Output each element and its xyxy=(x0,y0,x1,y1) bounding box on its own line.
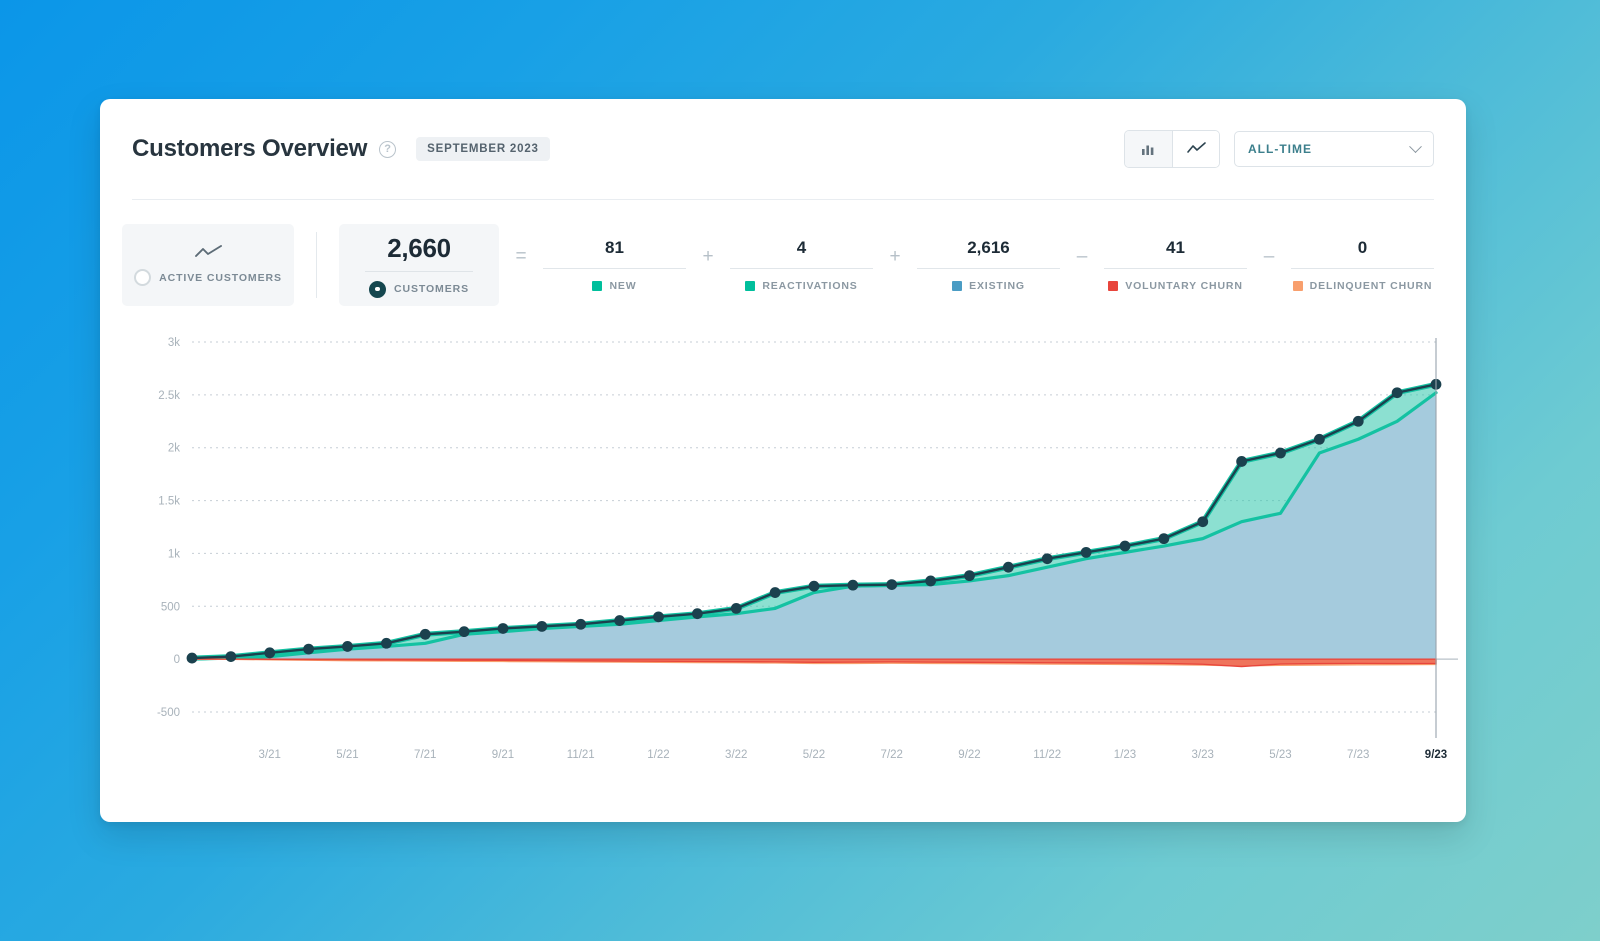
kpi-voluntary-churn[interactable]: 41 VOLUNTARY CHURN xyxy=(1104,224,1247,306)
bar-chart-icon xyxy=(1142,145,1154,155)
operator-plus-2: + xyxy=(889,246,901,267)
svg-text:7/23: 7/23 xyxy=(1347,749,1369,761)
operator-equals: = xyxy=(515,246,527,267)
card-header: Customers Overview ? SEPTEMBER 2023 ALL-… xyxy=(132,99,1434,200)
svg-text:5/22: 5/22 xyxy=(803,749,825,761)
kpi-divider xyxy=(316,232,317,298)
kpi-voluntary-churn-value: 41 xyxy=(1166,238,1185,257)
kpi-existing[interactable]: 2,616 EXISTING xyxy=(917,224,1060,306)
time-range-label: ALL-TIME xyxy=(1248,142,1312,156)
customers-overview-card: Customers Overview ? SEPTEMBER 2023 ALL-… xyxy=(100,99,1466,822)
page-title: Customers Overview xyxy=(132,135,368,162)
svg-text:500: 500 xyxy=(161,601,180,613)
kpi-breakdown: = 81 NEW + 4 REACTIVATIONS + 2,616 EXIST… xyxy=(499,224,1434,306)
svg-text:3k: 3k xyxy=(168,337,180,349)
customers-radio-line: CUSTOMERS xyxy=(369,280,469,298)
svg-text:2.5k: 2.5k xyxy=(158,390,180,402)
kpi-new-rule xyxy=(543,268,686,269)
operator-minus-1: – xyxy=(1076,246,1088,267)
kpi-reactivations-label: REACTIVATIONS xyxy=(762,280,858,292)
svg-text:1/23: 1/23 xyxy=(1114,749,1136,761)
reactivations-color-swatch xyxy=(745,281,756,291)
new-color-swatch xyxy=(592,281,603,291)
svg-text:5/23: 5/23 xyxy=(1269,749,1291,761)
kpi-reactivations-rule xyxy=(730,268,873,269)
kpi-existing-label: EXISTING xyxy=(969,280,1025,292)
kpi-delinquent-churn-legend: DELINQUENT CHURN xyxy=(1292,280,1433,292)
svg-text:9/21: 9/21 xyxy=(492,749,514,761)
kpi-new[interactable]: 81 NEW xyxy=(543,224,686,306)
line-chart-icon-button[interactable] xyxy=(1172,131,1219,167)
kpi-reactivations-legend: REACTIVATIONS xyxy=(745,280,857,292)
svg-text:0: 0 xyxy=(174,654,180,666)
kpi-voluntary-churn-rule xyxy=(1104,268,1247,269)
svg-text:7/22: 7/22 xyxy=(881,749,903,761)
question-mark-icon[interactable]: ? xyxy=(379,140,397,158)
svg-text:1.5k: 1.5k xyxy=(158,496,180,508)
active-customers-toggle[interactable]: ACTIVE CUSTOMERS xyxy=(122,224,294,306)
kpi-voluntary-churn-label: VOLUNTARY CHURN xyxy=(1125,280,1243,292)
operator-plus-1: + xyxy=(702,246,714,267)
period-badge: SEPTEMBER 2023 xyxy=(416,137,550,161)
customers-chart[interactable]: 3k 2.5k 2k 1.5k 1k 500 0 -500 3/21 5/21 7/21 9/21 11… xyxy=(100,332,1466,772)
customers-total-value: 2,660 xyxy=(387,232,451,263)
delinquent-churn-color-swatch xyxy=(1292,281,1303,291)
kpi-summary-row: ACTIVE CUSTOMERS 2,660 CUSTOMERS = 81 NE… xyxy=(122,224,1434,306)
title-group: Customers Overview ? SEPTEMBER 2023 xyxy=(132,135,550,163)
kpi-reactivations-value: 4 xyxy=(796,238,807,257)
customers-total-card[interactable]: 2,660 CUSTOMERS xyxy=(339,224,499,306)
active-customers-radio[interactable] xyxy=(134,269,152,286)
svg-text:2k: 2k xyxy=(168,443,180,455)
svg-text:11/22: 11/22 xyxy=(1033,749,1061,761)
kpi-voluntary-churn-legend: VOLUNTARY CHURN xyxy=(1108,280,1243,292)
sparkline-icon xyxy=(194,244,223,260)
kpi-delinquent-churn[interactable]: 0 DELINQUENT CHURN xyxy=(1291,224,1434,306)
svg-text:1k: 1k xyxy=(168,548,180,560)
svg-text:1/22: 1/22 xyxy=(647,749,669,761)
kpi-reactivations[interactable]: 4 REACTIVATIONS xyxy=(730,224,873,306)
active-customers-radio-line: ACTIVE CUSTOMERS xyxy=(134,269,282,286)
svg-text:5/21: 5/21 xyxy=(336,749,358,761)
chevron-down-icon xyxy=(1409,139,1422,153)
kpi-existing-rule xyxy=(917,268,1060,269)
kpi-existing-legend: EXISTING xyxy=(952,280,1025,292)
time-range-select[interactable]: ALL-TIME xyxy=(1234,131,1434,167)
operator-minus-2: – xyxy=(1263,246,1275,267)
customers-radio[interactable] xyxy=(369,280,386,298)
customers-total-label: CUSTOMERS xyxy=(394,283,469,295)
kpi-delinquent-churn-label: DELINQUENT CHURN xyxy=(1309,280,1433,292)
svg-text:3/21: 3/21 xyxy=(259,749,281,761)
voluntary-churn-color-swatch xyxy=(1108,281,1119,291)
kpi-new-value: 81 xyxy=(605,238,624,257)
kpi-delinquent-churn-value: 0 xyxy=(1357,238,1368,257)
header-controls: ALL-TIME xyxy=(1124,130,1434,168)
svg-text:3/23: 3/23 xyxy=(1192,749,1214,761)
svg-text:3/22: 3/22 xyxy=(725,749,747,761)
kpi-new-legend: NEW xyxy=(592,280,636,292)
line-chart-icon xyxy=(1186,142,1206,153)
svg-text:9/22: 9/22 xyxy=(958,749,980,761)
kpi-delinquent-churn-rule xyxy=(1291,268,1434,269)
svg-text:-500: -500 xyxy=(157,707,180,719)
kpi-new-label: NEW xyxy=(609,280,637,292)
chart-type-toggle xyxy=(1124,130,1220,168)
bar-chart-icon-button[interactable] xyxy=(1125,131,1172,167)
svg-text:7/21: 7/21 xyxy=(414,749,436,761)
chart-svg: 3k 2.5k 2k 1.5k 1k 500 0 -500 3/21 5/21 7/21 9/21 11… xyxy=(157,337,1458,761)
kpi-existing-value: 2,616 xyxy=(967,238,1010,257)
svg-text:11/21: 11/21 xyxy=(567,749,595,761)
existing-color-swatch xyxy=(952,281,963,291)
active-customers-label: ACTIVE CUSTOMERS xyxy=(159,271,282,284)
customers-total-rule xyxy=(365,270,473,272)
svg-text:9/23: 9/23 xyxy=(1425,749,1447,761)
